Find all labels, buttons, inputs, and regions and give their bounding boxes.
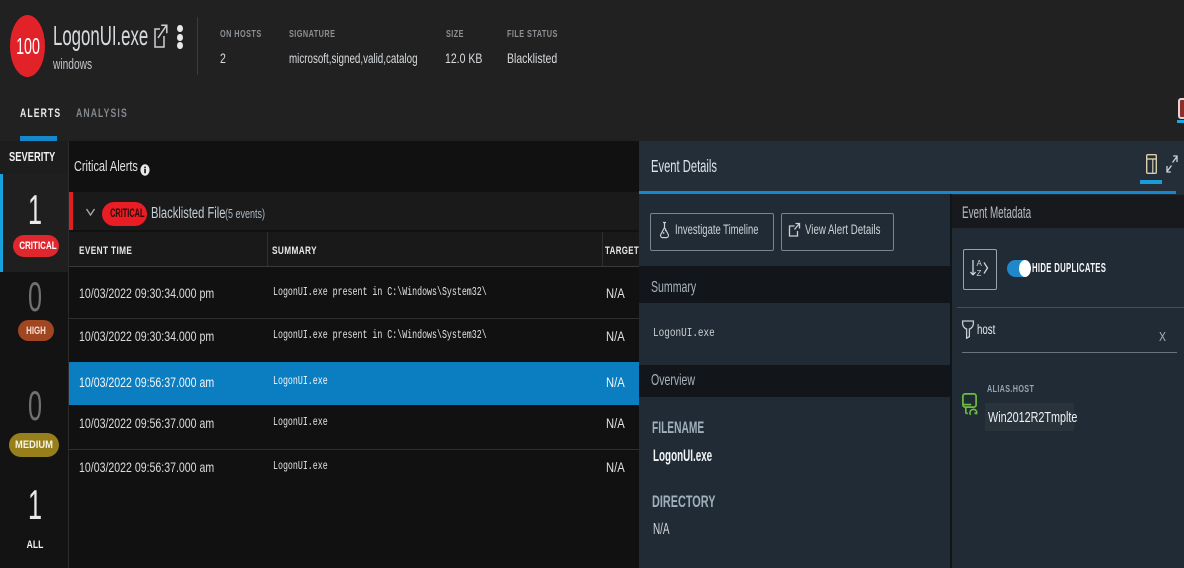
svg-text:Z: Z <box>977 269 982 278</box>
svg-text:A: A <box>977 259 983 268</box>
